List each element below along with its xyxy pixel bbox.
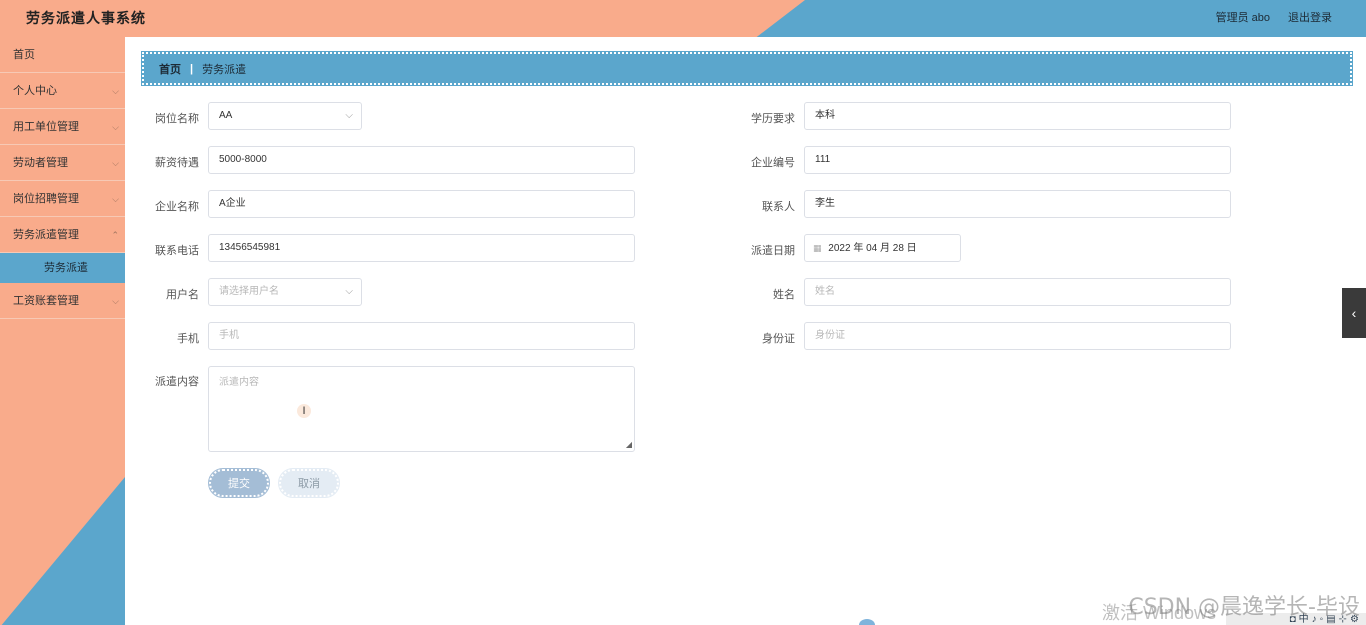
username-select[interactable]: 请选择用户名 ⌵: [208, 278, 362, 306]
main-content: 首页 | 劳务派遣 岗位名称 AA ⌵ 学历要求 本科 薪资待遇 5000-80…: [125, 37, 1366, 625]
sidebar-item-payroll[interactable]: 工资账套管理 ⌵: [0, 283, 125, 319]
chevron-down-icon: ⌵: [112, 158, 119, 168]
top-header: 劳务派遣人事系统 管理员 abo 退出登录: [0, 0, 1366, 37]
post-name-value: AA: [219, 110, 233, 121]
salary-field[interactable]: 5000-8000: [208, 146, 635, 174]
text-cursor-icon: I: [297, 404, 311, 418]
education-field[interactable]: 本科: [804, 102, 1231, 130]
sidebar-item-profile[interactable]: 个人中心 ⌵: [0, 73, 125, 109]
logout-link[interactable]: 退出登录: [1288, 9, 1332, 25]
sidebar-item-label: 岗位招聘管理: [13, 193, 79, 205]
chevron-up-icon: ⌃: [111, 230, 119, 240]
sidebar-item-dispatch[interactable]: 劳务派遣管理 ⌃: [0, 217, 125, 253]
sidebar-item-label: 工资账套管理: [13, 295, 79, 307]
dispatch-date-label: 派遣日期: [751, 245, 795, 257]
dispatch-date-value: 2022 年 04 月 28 日: [828, 243, 917, 254]
dispatch-form: 岗位名称 AA ⌵ 学历要求 本科 薪资待遇 5000-8000 企业编号 11…: [125, 37, 1366, 625]
name-label: 姓名: [773, 289, 795, 301]
company-name-label: 企业名称: [155, 201, 199, 213]
post-name-select[interactable]: AA ⌵: [208, 102, 362, 130]
sidebar-item-label: 个人中心: [13, 85, 57, 97]
resize-handle-icon[interactable]: ◢: [626, 440, 632, 449]
company-no-label: 企业编号: [751, 157, 795, 169]
company-name-field[interactable]: A企业: [208, 190, 635, 218]
company-no-field[interactable]: 111: [804, 146, 1231, 174]
salary-label: 薪资待遇: [155, 157, 199, 169]
mobile-label: 手机: [177, 333, 199, 345]
phone-field[interactable]: 13456545981: [208, 234, 635, 262]
calendar-icon: ▦: [813, 243, 822, 253]
phone-label: 联系电话: [155, 245, 199, 257]
contact-label: 联系人: [762, 201, 795, 213]
dispatch-date-picker[interactable]: ▦ 2022 年 04 月 28 日: [804, 234, 961, 262]
collapse-panel-button[interactable]: ‹: [1342, 288, 1366, 338]
sidebar-item-label: 首页: [13, 49, 35, 61]
scroll-indicator: [859, 619, 875, 625]
sidebar-item-label: 劳务派遣管理: [13, 229, 79, 241]
content-placeholder: 派遣内容: [219, 377, 259, 388]
sidebar-subitem-dispatch[interactable]: 劳务派遣: [0, 253, 125, 283]
contact-field[interactable]: 李生: [804, 190, 1231, 218]
username-placeholder: 请选择用户名: [219, 286, 279, 297]
sidebar-item-recruitment[interactable]: 岗位招聘管理 ⌵: [0, 181, 125, 217]
sidebar-item-label: 劳动者管理: [13, 157, 68, 169]
mobile-field[interactable]: 手机: [208, 322, 635, 350]
sidebar-item-workers[interactable]: 劳动者管理 ⌵: [0, 145, 125, 181]
content-label: 派遣内容: [155, 376, 199, 388]
sidebar-decoration: [0, 477, 125, 625]
cancel-button[interactable]: 取消: [278, 468, 340, 498]
chevron-down-icon: ⌵: [112, 296, 119, 306]
name-field[interactable]: 姓名: [804, 278, 1231, 306]
chevron-down-icon: ⌵: [112, 86, 119, 96]
chevron-down-icon: ⌵: [112, 122, 119, 132]
app-title: 劳务派遣人事系统: [26, 12, 146, 27]
chevron-left-icon: ‹: [1351, 305, 1357, 321]
csdn-watermark: CSDN @晨逸学长-毕设: [1128, 595, 1360, 620]
post-name-label: 岗位名称: [155, 113, 199, 125]
sidebar-item-home[interactable]: 首页: [0, 37, 125, 73]
chevron-down-icon: ⌵: [345, 110, 353, 121]
id-card-label: 身份证: [762, 333, 795, 345]
chevron-down-icon: ⌵: [112, 194, 119, 204]
sidebar-item-label: 用工单位管理: [13, 121, 79, 133]
sidebar-item-employer[interactable]: 用工单位管理 ⌵: [0, 109, 125, 145]
id-card-field[interactable]: 身份证: [804, 322, 1231, 350]
submit-button[interactable]: 提交: [208, 468, 270, 498]
username-label: 用户名: [166, 289, 199, 301]
current-user: 管理员 abo: [1215, 12, 1270, 24]
sidebar: 首页 个人中心 ⌵ 用工单位管理 ⌵ 劳动者管理 ⌵ 岗位招聘管理 ⌵ 劳务派遣…: [0, 37, 125, 625]
user-area: 管理员 abo 退出登录: [1216, 9, 1332, 25]
content-textarea[interactable]: 派遣内容 I ◢: [208, 366, 635, 452]
chevron-down-icon: ⌵: [345, 286, 353, 297]
education-label: 学历要求: [751, 113, 795, 125]
